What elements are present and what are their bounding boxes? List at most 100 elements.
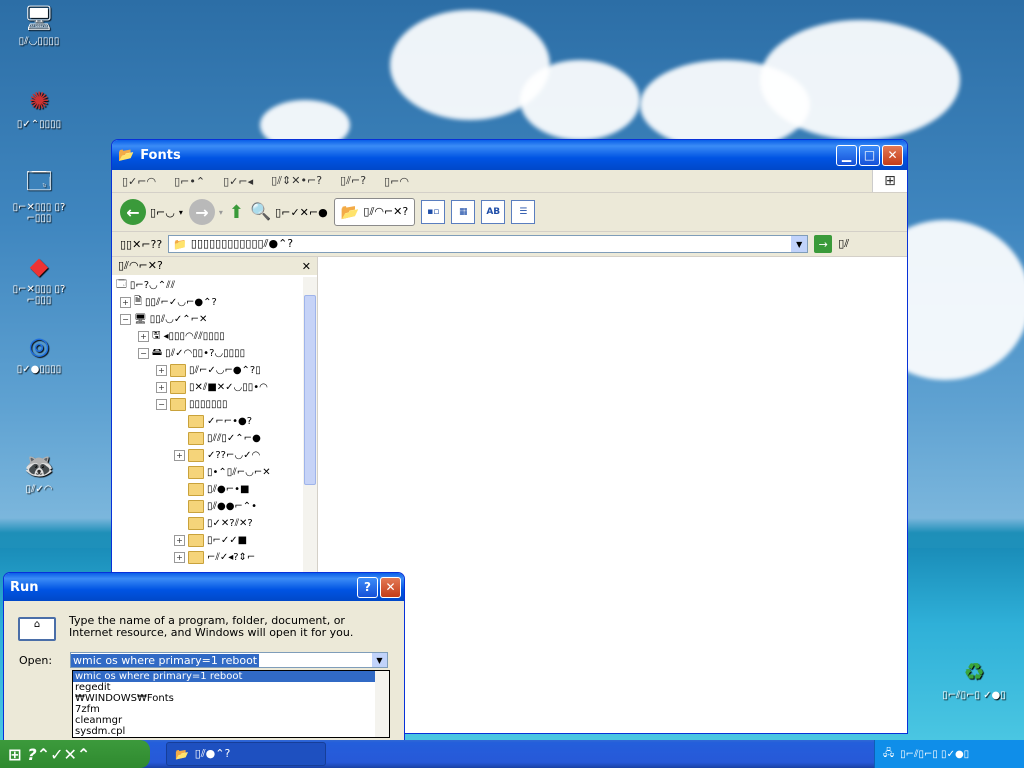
close-icon[interactable]: ✕ <box>302 260 311 273</box>
recycle-bin-icon: ♻ <box>963 658 985 686</box>
tray-icon[interactable]: 🖧 <box>883 746 894 763</box>
forward-arrow-icon: → <box>188 199 215 225</box>
folders-button[interactable]: 📂 ▯⫽◠⌐✕? <box>333 198 416 226</box>
address-value: ▯▯▯▯▯▯▯▯▯▯▯▯⫽●⌃? <box>190 237 294 250</box>
menu-favorites[interactable]: ▯⫽⇕✕•⌐? <box>271 174 322 188</box>
tree-item[interactable]: + ▯⫽⌐✓◡⌐●⌃?▯ <box>112 362 317 379</box>
desktop-icon-computer[interactable]: 🖥 ▯⫽◡▯▯▯▯ <box>3 2 75 47</box>
desktop-icon-app1[interactable]: ✺ ▯✓⌃▯▯▯▯ <box>3 85 75 130</box>
history-option[interactable]: regedit <box>73 682 389 693</box>
maximize-button[interactable]: □ <box>859 144 880 166</box>
menu-help[interactable]: ▯⌐◠ <box>384 175 409 188</box>
desktop-icon-app4[interactable]: ◎ ▯✓●▯▯▯▯ <box>3 330 75 375</box>
folder-icon <box>188 551 204 564</box>
tree-item[interactable]: + ▯⌐✓✓■ <box>112 532 317 549</box>
go-arrow-icon[interactable]: → <box>814 235 833 253</box>
up-folder-button[interactable]: ⬆ <box>229 202 244 223</box>
run-title-bar[interactable]: Run ? ✕ <box>4 573 404 601</box>
tree-item[interactable]: ▯✓✕?⫽✕? <box>112 515 317 532</box>
tree-item[interactable]: + ▯✕⫽■✕✓◡▯▯•◠ <box>112 379 317 396</box>
desktop-icon-app2[interactable]: 🗔 ▯⌐✕▯▯▯ ▯?⌐▯▯▯ <box>3 167 75 225</box>
dropdown-scrollbar[interactable] <box>375 671 389 737</box>
expand-icon[interactable]: + <box>156 365 167 376</box>
tree-item[interactable]: ▯•⌃▯⫽⌐◡⌐✕ <box>112 464 317 481</box>
raccoon-icon: 🦝 <box>24 452 54 480</box>
title-bar[interactable]: 📂 Fonts ▁ □ ✕ <box>112 140 907 170</box>
run-title: Run <box>10 579 39 595</box>
tree-item[interactable]: + ✓??⌐◡✓◠ <box>112 447 317 464</box>
view-tiles-icon[interactable]: ▪▫ <box>421 200 446 224</box>
search-button[interactable]: 🔍 ▯⌐✓✕⌐● <box>250 202 328 222</box>
collapse-icon[interactable]: − <box>156 399 167 410</box>
computer-icon: 🖥 <box>134 314 147 325</box>
menu-edit[interactable]: ▯⌐•⌃ <box>174 175 205 188</box>
tree-item[interactable]: 🗔 ▯⌐?◡⌃⫽⫽ <box>112 277 317 294</box>
tree-item[interactable]: + 🖫 ◂▯▯▯◠⫽⫽▯▯▯▯ <box>112 328 317 345</box>
floppy-icon: 🖫 <box>152 330 161 341</box>
menu-tools[interactable]: ▯⫽⌐? <box>340 174 366 188</box>
tree-item[interactable]: ▯⫽●⌐•■ <box>112 481 317 498</box>
search-icon: 🔍 <box>250 202 272 222</box>
history-option[interactable]: ₩WINDOWS₩Fonts <box>73 693 389 704</box>
tree-item[interactable]: − ▯▯▯▯▯▯▯ <box>112 396 317 413</box>
history-option[interactable]: cleanmgr <box>73 715 389 726</box>
chevron-down-icon[interactable]: ▼ <box>791 236 808 252</box>
expand-icon[interactable]: + <box>156 382 167 393</box>
expand-icon[interactable]: + <box>174 535 185 546</box>
chevron-down-icon: ▾ <box>178 207 183 217</box>
expand-icon[interactable]: + <box>120 297 131 308</box>
address-input[interactable]: 📁 ▯▯▯▯▯▯▯▯▯▯▯▯⫽●⌃? ▼ <box>168 235 809 253</box>
taskbar-item-fonts[interactable]: 📂 ▯⫽●⌃? <box>166 742 326 766</box>
tree-item[interactable]: − 🖥 ▯▯⫽◡✓⌃⌐✕ <box>112 311 317 328</box>
collapse-icon[interactable]: − <box>120 314 131 325</box>
windows-logo-icon: ⊞ <box>872 170 907 192</box>
computer-icon: 🖥 <box>23 4 55 32</box>
tree-item[interactable]: ✓⌐⌐•●? <box>112 413 317 430</box>
tree-item[interactable]: + 🗎 ▯▯⫽⌐✓◡⌐●⌃? <box>112 294 317 311</box>
view-icons-icon[interactable]: ▦ <box>451 200 476 224</box>
desktop-icon-recycle[interactable]: ♻ ▯⌐⫽▯⌐▯ ✓●▯ <box>938 656 1010 701</box>
tree-item[interactable]: + ⌐⫽✓◂?⇕⌐ <box>112 549 317 566</box>
tree-item[interactable]: ▯⫽●●⌐⌃• <box>112 498 317 515</box>
tree-item[interactable]: ▯⫽⫽▯✓⌃⌐● <box>112 430 317 447</box>
start-button[interactable]: ⊞ ?⌃✓✕⌃ <box>0 740 150 768</box>
menu-bar: ▯✓⌐◠ ▯⌐•⌃ ▯✓⌐◂ ▯⫽⇕✕•⌐? ▯⫽⌐? ▯⌐◠ ⊞ <box>112 170 907 193</box>
menu-view[interactable]: ▯✓⌐◂ <box>223 175 253 188</box>
minimize-button[interactable]: ▁ <box>836 144 857 166</box>
forward-button[interactable]: → ▾ <box>188 199 223 225</box>
chevron-down-icon[interactable]: ▼ <box>372 653 387 667</box>
file-list-pane[interactable] <box>318 257 907 733</box>
close-button[interactable]: ✕ <box>882 144 903 166</box>
history-option[interactable]: wmic os where primary=1 reboot <box>73 671 389 682</box>
folder-icon <box>188 500 204 513</box>
folder-icon <box>188 432 204 445</box>
history-option[interactable]: 7zfm <box>73 704 389 715</box>
scroll-thumb[interactable] <box>304 295 316 485</box>
tree-scrollbar[interactable] <box>303 277 317 577</box>
view-fonts-icon[interactable]: AB <box>481 200 506 224</box>
expand-icon[interactable]: + <box>138 331 149 342</box>
back-button[interactable]: ← ▯⌐◡ ▾ <box>120 199 183 225</box>
menu-file[interactable]: ▯✓⌐◠ <box>122 175 156 188</box>
address-bar: ▯▯✕⌐?? 📁 ▯▯▯▯▯▯▯▯▯▯▯▯⫽●⌃? ▼ → ▯⫽ <box>112 232 907 257</box>
history-dropdown: wmic os where primary=1 reboot regedit ₩… <box>72 670 390 738</box>
close-button[interactable]: ✕ <box>380 576 401 598</box>
tree-item[interactable]: − 🖴 ▯⫽✓◠▯▯•?◡▯▯▯▯ <box>112 345 317 362</box>
help-button[interactable]: ? <box>357 576 378 598</box>
expand-icon[interactable]: + <box>174 552 185 563</box>
open-input[interactable]: wmic os where primary=1 reboot ▼ <box>70 652 388 668</box>
folder-icon: 📂 <box>175 747 189 761</box>
collapse-icon[interactable]: − <box>138 348 149 359</box>
desktop-icon-app3[interactable]: ◆ ▯⌐✕▯▯▯ ▯?⌐▯▯▯ <box>3 250 75 306</box>
view-details-icon[interactable]: ☰ <box>511 200 536 224</box>
go-label[interactable]: ▯⫽ <box>838 237 849 251</box>
folder-icon: 📂 <box>118 147 135 163</box>
folder-icon <box>188 415 204 428</box>
desktop-icon: 🗔 <box>116 279 127 290</box>
open-value: wmic os where primary=1 reboot <box>71 653 260 667</box>
expand-icon[interactable]: + <box>174 450 185 461</box>
desktop-icon-app5[interactable]: 🦝 ▯⫽✓◠ <box>3 450 75 495</box>
app-icon: ◆ <box>29 252 49 280</box>
history-option[interactable]: sysdm.cpl <box>73 726 389 737</box>
folder-icon <box>170 364 186 377</box>
